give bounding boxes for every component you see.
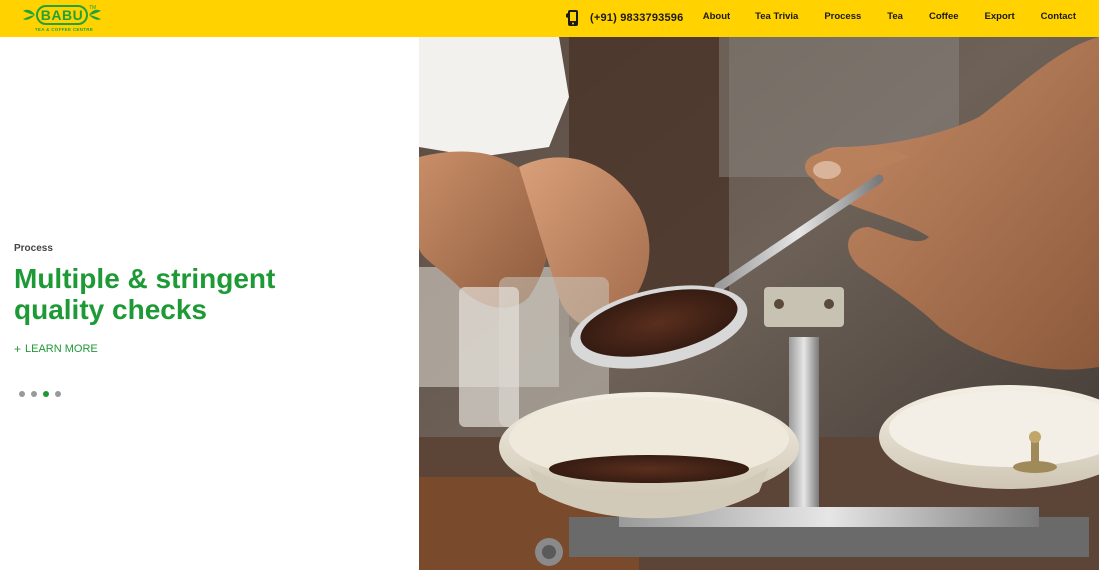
- phone-icon: [566, 10, 578, 26]
- slider-dot-active[interactable]: [43, 391, 49, 397]
- phone-number[interactable]: (+91) 9833793596: [590, 12, 683, 24]
- leaf-icon: [89, 9, 101, 20]
- headline-line-1: Multiple & stringent: [14, 263, 276, 294]
- nav-item-tea[interactable]: Tea: [887, 11, 903, 22]
- nav-item-tea-trivia[interactable]: Tea Trivia: [755, 11, 798, 22]
- page: BABU TM TEA & COFFEE CENTRE (+91) 983379…: [0, 0, 1099, 570]
- tea-quality-check-photo: [419, 37, 1099, 570]
- slider-dot[interactable]: [55, 391, 61, 397]
- brand-badge: BABU: [36, 5, 88, 25]
- brand-tagline: TEA & COFFEE CENTRE: [34, 27, 94, 32]
- nav-item-export[interactable]: Export: [985, 11, 1015, 22]
- headline-line-2: quality checks: [14, 294, 207, 325]
- nav-item-process[interactable]: Process: [824, 11, 861, 22]
- slider-pagination: [19, 391, 61, 397]
- slide-eyebrow: Process: [14, 243, 53, 254]
- slide-text-panel: Process Multiple & stringent quality che…: [0, 37, 419, 570]
- learn-more-link[interactable]: + LEARN MORE: [14, 342, 98, 356]
- learn-more-label: LEARN MORE: [25, 343, 98, 355]
- nav-item-contact[interactable]: Contact: [1041, 11, 1076, 22]
- main-nav: About Tea Trivia Process Tea Coffee Expo…: [703, 11, 1076, 22]
- slide-headline: Multiple & stringent quality checks: [14, 263, 394, 325]
- brand-logo[interactable]: BABU TM TEA & COFFEE CENTRE: [22, 3, 104, 34]
- nav-item-about[interactable]: About: [703, 11, 730, 22]
- hero-image: [419, 37, 1099, 570]
- header-phone[interactable]: (+91) 9833793596: [565, 9, 683, 27]
- plus-icon: +: [14, 342, 22, 356]
- slider-dot[interactable]: [19, 391, 25, 397]
- site-header: BABU TM TEA & COFFEE CENTRE (+91) 983379…: [0, 0, 1099, 37]
- slider-dot[interactable]: [31, 391, 37, 397]
- leaf-icon: [23, 9, 35, 20]
- nav-item-coffee[interactable]: Coffee: [929, 11, 959, 22]
